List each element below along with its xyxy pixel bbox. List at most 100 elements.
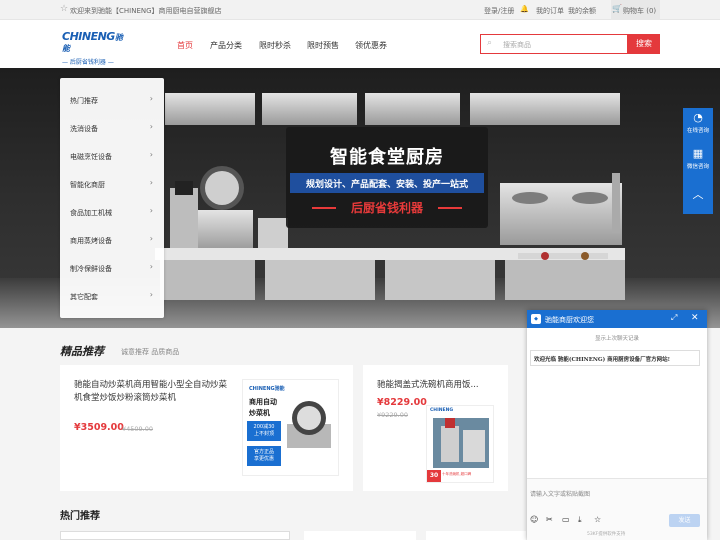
menu-item-label: 商用蒸烤设备: [70, 237, 112, 245]
chat-input[interactable]: 请输入文字或粘贴截图: [530, 489, 590, 498]
menu-item-washing[interactable]: 洗消设备 ›: [60, 114, 164, 142]
image-brand: CHINENG: [430, 408, 454, 413]
hot-product-card[interactable]: [304, 531, 416, 540]
powered-by: 53KF提供软件支持: [587, 532, 626, 537]
floating-sidebar: ◔ 在线咨询 ▦ 微信咨询 ︿: [683, 108, 713, 214]
image-headline-2: 炒菜机: [249, 409, 270, 417]
search-placeholder: 搜索商品: [503, 41, 531, 49]
nav-presale[interactable]: 限时预售: [307, 40, 339, 51]
wok-machine-illustration: [287, 401, 331, 448]
hot-product-card[interactable]: [60, 531, 290, 540]
chevron-right-icon: ›: [149, 262, 153, 271]
cart-label: 购物车 (0): [623, 7, 657, 15]
star-icon[interactable]: ☆: [60, 4, 68, 14]
orders-link[interactable]: 我的订单: [536, 6, 564, 16]
qr-code-icon: ▦: [692, 147, 704, 160]
nav-home[interactable]: 首页: [177, 40, 193, 51]
nav-flash-sale[interactable]: 限时秒杀: [259, 40, 291, 51]
scissors-icon[interactable]: ✂: [546, 515, 553, 524]
download-icon[interactable]: ⤓: [578, 515, 582, 525]
nav-categories[interactable]: 产品分类: [210, 40, 242, 51]
top-bar: ☆ 欢迎来到驰能【CHINENG】商用厨电自营旗舰店 登录/注册 🔔 我的订单 …: [0, 0, 720, 20]
bell-icon[interactable]: 🔔: [520, 5, 529, 13]
search-input[interactable]: ⌕ 搜索商品: [480, 34, 628, 54]
search-button[interactable]: 搜索: [628, 34, 660, 54]
logo-brand: CHINENG: [62, 30, 115, 43]
product-image[interactable]: CHINENG 30 十年洗碗机 超口碑: [426, 405, 494, 483]
menu-item-label: 制冷保鲜设备: [70, 265, 112, 273]
featured-title: 精品推荐: [60, 345, 104, 358]
hot-product-card[interactable]: [426, 531, 526, 540]
chat-title: 驰能商厨欢迎您: [545, 316, 594, 324]
balance-link[interactable]: 我的余额: [568, 6, 596, 16]
wechat-label: 微信咨询: [686, 164, 709, 170]
banner-subtitle: 规划设计、产品配套、安装、投产一站式: [305, 180, 468, 190]
folder-icon[interactable]: ▭: [562, 515, 570, 524]
chevron-right-icon: ›: [149, 206, 153, 215]
menu-item-label: 洗消设备: [70, 125, 98, 133]
hot-section-title: 热门推荐: [60, 511, 100, 522]
promo-badge: 200减30 上不封顶: [247, 421, 281, 441]
welcome-text: 欢迎来到驰能【CHINENG】商用厨电自营旗舰店: [70, 7, 222, 15]
star-icon[interactable]: ☆: [594, 515, 601, 524]
cart-button[interactable]: 🛒 购物车 (0): [611, 0, 660, 20]
close-icon[interactable]: ✕: [691, 313, 699, 323]
product-name[interactable]: 驰能自动炒菜机商用智能小型全自动炒菜机食堂炒饭炒粉滚筒炒菜机: [74, 379, 234, 405]
chat-messages[interactable]: 显示上次聊天记录 欢迎光临 驰能(CHINENG) 商用厨房设备厂官方网站!: [527, 328, 707, 478]
category-menu: 热门推荐 › 洗消设备 › 电磁烹饪设备 › 智能化商厨 › 食品加工机械 › 商用蒸烤设…: [60, 78, 164, 318]
product-old-price: ¥4509.00: [122, 425, 154, 433]
product-price: ¥8229.00: [377, 397, 427, 408]
menu-item-smart[interactable]: 智能化商厨 ›: [60, 170, 164, 198]
banner-title: 智能食堂厨房: [330, 147, 444, 168]
headset-icon: ◔: [693, 111, 703, 124]
official-line-1: 官方正品: [253, 449, 274, 455]
menu-item-food-processing[interactable]: 食品加工机械 ›: [60, 198, 164, 226]
nav-coupons[interactable]: 领优惠券: [355, 40, 387, 51]
menu-item-steam-bake[interactable]: 商用蒸烤设备 ›: [60, 226, 164, 254]
menu-item-induction[interactable]: 电磁烹饪设备 ›: [60, 142, 164, 170]
chevron-right-icon: ›: [149, 178, 153, 187]
featured-subtitle: 诚意推荐 品质商品: [121, 348, 180, 356]
emoji-icon[interactable]: ☺: [530, 515, 538, 524]
cart-icon: 🛒: [612, 4, 622, 13]
wechat-consult-button[interactable]: ▦ 微信咨询: [683, 146, 713, 182]
chat-history-link[interactable]: 显示上次聊天记录: [527, 334, 707, 342]
product-card[interactable]: 驰能自动炒菜机商用智能小型全自动炒菜机食堂炒饭炒粉滚筒炒菜机 ¥3509.00 …: [60, 365, 353, 491]
image-tag: 十年洗碗机 超口碑: [442, 472, 472, 476]
login-link[interactable]: 登录/注册: [484, 6, 514, 16]
chat-header[interactable]: ◆ 驰能商厨欢迎您 ⤢ ✕: [527, 310, 707, 328]
chevron-up-icon: ︿: [692, 188, 704, 201]
menu-item-refrigeration[interactable]: 制冷保鲜设备 ›: [60, 254, 164, 282]
chevron-right-icon: ›: [149, 234, 153, 243]
menu-item-hot[interactable]: 热门推荐 ›: [60, 86, 164, 114]
consult-label: 在线咨询: [686, 128, 709, 134]
dishwasher-illustration: [433, 418, 489, 468]
chevron-right-icon: ›: [149, 290, 153, 299]
product-card[interactable]: 驰能揭盖式洗碗机商用饭... ¥8229.00 ¥9229.00 CHINENG…: [363, 365, 508, 491]
expand-icon[interactable]: ⤢: [671, 313, 677, 323]
chat-message: 欢迎光临 驰能(CHINENG) 商用厨房设备厂官方网站!: [530, 350, 700, 366]
chat-logo-icon: ◆: [531, 314, 541, 324]
send-button[interactable]: 发送: [669, 514, 700, 527]
official-line-2: 享更优惠: [253, 456, 274, 462]
menu-item-label: 电磁烹饪设备: [70, 153, 112, 161]
chat-input-area: 请输入文字或粘贴截图 ☺ ✂ ▭ ⤓ ☆ 发送 53KF提供软件支持: [527, 478, 707, 540]
chat-widget: ◆ 驰能商厨欢迎您 ⤢ ✕ 显示上次聊天记录 欢迎光临 驰能(CHINENG) …: [527, 310, 707, 540]
product-old-price: ¥9229.00: [377, 411, 409, 419]
back-to-top-button[interactable]: ︿: [683, 180, 713, 216]
image-brand: CHINENG驰能: [249, 386, 285, 392]
menu-item-label: 其它配套: [70, 293, 98, 301]
promo-line-2: 上不封顶: [253, 431, 274, 437]
chevron-right-icon: ›: [149, 150, 153, 159]
product-image[interactable]: CHINENG驰能 商用自动 炒菜机 200减30 上不封顶 官方正品 享更优惠: [242, 379, 339, 476]
logo-slogan: — 后厨省钱利器 —: [62, 59, 114, 66]
promo-line-1: 200减30: [253, 424, 275, 430]
product-name[interactable]: 驰能揭盖式洗碗机商用饭...: [377, 379, 502, 392]
search-icon: ⌕: [487, 38, 493, 48]
logo[interactable]: CHINENG驰能 — 后厨省钱利器 —: [62, 30, 124, 66]
online-consult-button[interactable]: ◔ 在线咨询: [683, 110, 713, 146]
official-badge: 官方正品 享更优惠: [247, 446, 281, 466]
banner-caption: 智能食堂厨房 规划设计、产品配套、安装、投产一站式 后厨省钱利器: [286, 127, 488, 228]
banner-line-right: [438, 207, 462, 209]
menu-item-other[interactable]: 其它配套 ›: [60, 282, 164, 310]
